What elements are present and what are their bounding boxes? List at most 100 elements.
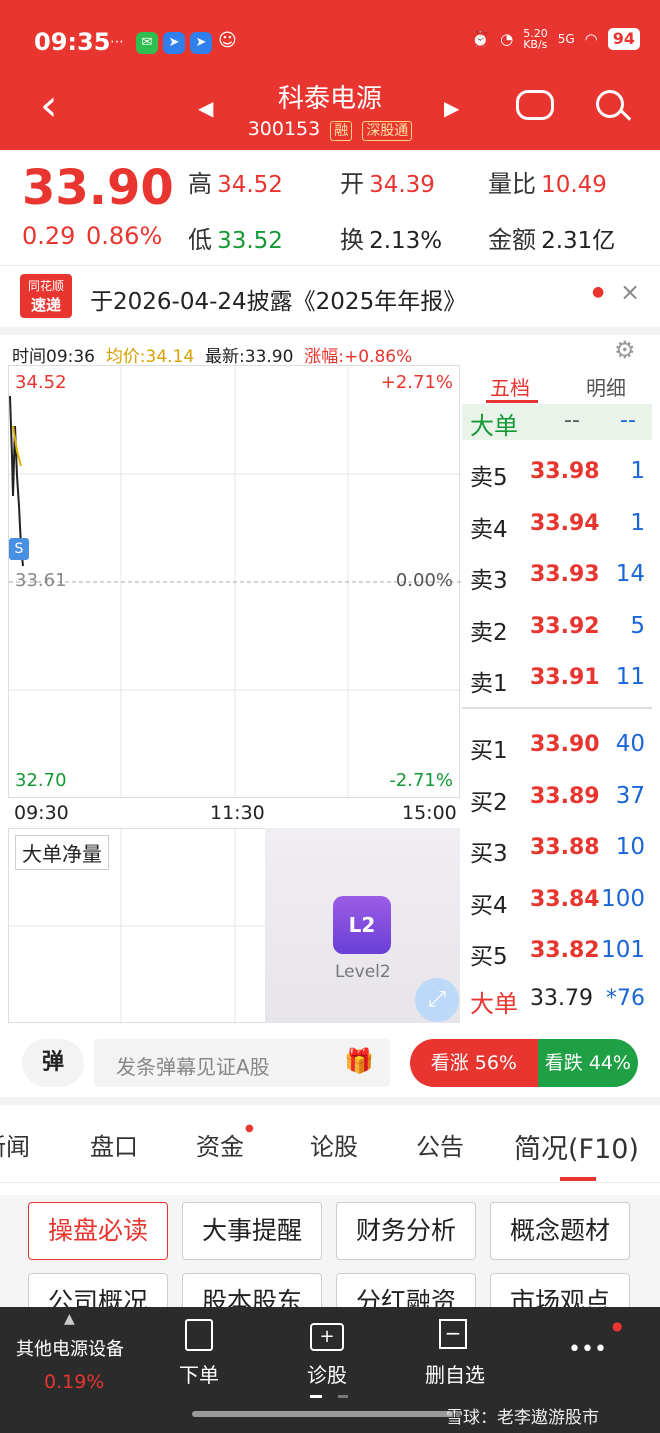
bottom-bar: ▲ 其他电源设备 0.19% 下单 + 诊股 − 删自选 ••• ● 雪球：老李…	[0, 1307, 660, 1433]
time-end: 15:00	[402, 802, 457, 824]
settings-gear-icon[interactable]: ⚙	[614, 336, 636, 364]
level-price: 33.94	[530, 510, 600, 536]
tab-funds[interactable]: 资金	[196, 1127, 244, 1162]
status-time: 09:35	[34, 28, 111, 56]
order-book: 五档 明细 大单 -- -- 卖5 33.98 1 卖4 33.94 1 卖3 33.93 14…	[460, 362, 660, 1027]
level-price: 33.93	[530, 562, 600, 587]
big-order-bottom: 大单 33.79 *76	[470, 986, 645, 1018]
app-header: 09:35 ⋯ ✉ ➤ ➤ ☺ ⏰ ◔ 5.20 KB/s 5G ◠ 94 ‹ …	[0, 0, 660, 150]
danmu-icon[interactable]: 弹	[22, 1039, 84, 1087]
watermark: 雪球：老李遨游股市	[446, 1408, 599, 1428]
diagnose-button[interactable]: 诊股	[304, 1359, 350, 1388]
tab-orderbook[interactable]: 盘口	[90, 1127, 138, 1162]
turnover-label: 换	[340, 226, 364, 254]
close-icon[interactable]: ×	[620, 278, 640, 306]
price-change-pct: 0.86%	[86, 222, 163, 250]
high-value: 34.52	[217, 172, 283, 198]
bid-row[interactable]: 买5 33.82 101	[460, 925, 660, 977]
ask-row[interactable]: 卖3 33.93 14	[460, 549, 660, 601]
sector-pct: 0.19%	[44, 1371, 105, 1393]
tab-detail[interactable]: 明细	[586, 372, 626, 401]
chart-info-line: 时间09:36 均价:34.14 最新:33.90 涨幅:+0.86%	[12, 342, 412, 367]
search-icon[interactable]	[596, 90, 624, 118]
level-volume: 101	[601, 937, 645, 963]
low-label: 低	[188, 226, 212, 254]
level2-label: Level2	[335, 962, 391, 982]
news-text: 于2026-04-24披露《2025年年报》	[90, 289, 467, 315]
ask-row[interactable]: 卖4 33.94 1	[460, 498, 660, 550]
tab-news[interactable]: 新闻	[0, 1127, 30, 1162]
ths-logo: 同花顺 速递	[20, 274, 72, 318]
level-price: 33.82	[530, 938, 600, 963]
unread-dot: ●	[592, 284, 605, 300]
level-volume: 40	[615, 731, 645, 757]
bot-icon: ☺	[218, 30, 237, 51]
bid-row[interactable]: 买2 33.89 37	[460, 771, 660, 823]
bid-row[interactable]: 买3 33.88 10	[460, 822, 660, 874]
level-price: 33.89	[530, 783, 600, 809]
tab-discussion[interactable]: 论股	[310, 1127, 358, 1162]
robot-icon[interactable]	[516, 90, 554, 120]
open-label: 开	[340, 170, 364, 198]
connect-tag: 深股通	[362, 121, 413, 141]
current-price: 33.90	[22, 160, 174, 216]
level-volume: 1	[630, 509, 645, 536]
tab-announcement[interactable]: 公告	[416, 1127, 464, 1162]
y-min: 32.70	[15, 770, 67, 791]
sell-marker[interactable]: S	[9, 538, 29, 560]
big-order-row: 大单 -- --	[462, 404, 652, 440]
stock-code-line: 300153 融 深股通	[0, 118, 660, 141]
chart-change: 涨幅:+0.86%	[304, 347, 413, 367]
stock-name: 科泰电源	[277, 84, 382, 114]
sector-name[interactable]: 其他电源设备	[16, 1335, 124, 1361]
more-icon[interactable]: •••	[568, 1337, 607, 1362]
bearish-vote[interactable]: 看跌 44%	[537, 1039, 638, 1087]
bid-row[interactable]: 买1 33.90 40	[460, 719, 660, 771]
diagnose-icon[interactable]: +	[304, 1319, 350, 1351]
gift-icon: 🎁	[344, 1047, 374, 1075]
level-volume: 5	[630, 612, 645, 639]
level-volume: 10	[615, 834, 645, 860]
level-volume: 11	[615, 664, 645, 690]
btn-trading-guide[interactable]: 操盘必读	[28, 1202, 168, 1260]
remove-watch-button[interactable]: 删自选	[420, 1359, 490, 1388]
order-button[interactable]: 下单	[176, 1359, 222, 1388]
ask-row[interactable]: 卖2 33.92 5	[460, 601, 660, 653]
time-start: 09:30	[14, 802, 69, 824]
level-label: 卖1	[470, 671, 508, 697]
sentiment-bar[interactable]: 看涨 56% 看跌 44%	[410, 1039, 638, 1087]
ask-row[interactable]: 卖1 33.91 11	[460, 652, 660, 704]
app-icon: ➤	[190, 32, 212, 54]
btn-concept[interactable]: 概念题材	[490, 1202, 630, 1260]
level-label: 卖3	[470, 568, 508, 594]
intraday-chart[interactable]: 34.52 +2.71% 33.61 0.00% 32.70 -2.71% S	[8, 365, 461, 799]
margin-tag: 融	[330, 121, 353, 141]
time-mid: 11:30	[210, 802, 265, 824]
tab-five-level[interactable]: 五档	[490, 372, 530, 401]
chart-avg: 均价:34.14	[105, 347, 195, 367]
big-order-net-label[interactable]: 大单净量	[15, 835, 109, 870]
btn-financial[interactable]: 财务分析	[336, 1202, 476, 1260]
expand-icon[interactable]: ⤢	[415, 978, 459, 1022]
danmu-input[interactable]: 发条弹幕见证A股 🎁	[94, 1039, 390, 1087]
level-label: 买3	[470, 841, 508, 867]
level-label: 卖5	[470, 465, 508, 491]
amount-value: 2.31亿	[541, 228, 616, 254]
home-indicator	[192, 1411, 452, 1417]
news-banner[interactable]: 同花顺 速递 于2026-04-24披露《2025年年报》 ● ×	[0, 265, 660, 327]
btn-events[interactable]: 大事提醒	[182, 1202, 322, 1260]
bid-row[interactable]: 买4 33.84 100	[460, 874, 660, 926]
order-icon[interactable]	[176, 1319, 222, 1351]
ask-row[interactable]: 卖5 33.98 1	[460, 446, 660, 498]
alarm-icon: ⏰	[471, 30, 491, 48]
bullish-vote[interactable]: 看涨 56%	[410, 1039, 538, 1087]
caret-up-icon[interactable]: ▲	[64, 1311, 75, 1327]
quote-panel: 33.90 0.29 0.86% 高 34.52 开 34.39 量比 10.4…	[0, 150, 660, 265]
level-label: 买5	[470, 944, 508, 970]
tab-f10[interactable]: 简况(F10)	[514, 1127, 639, 1166]
level-label: 买2	[470, 789, 508, 816]
level2-promo[interactable]: L2 Level2 ⤢	[265, 828, 460, 1023]
level-label: 卖2	[470, 619, 508, 646]
remove-watch-icon[interactable]: −	[428, 1319, 478, 1349]
high-label: 高	[188, 170, 212, 198]
